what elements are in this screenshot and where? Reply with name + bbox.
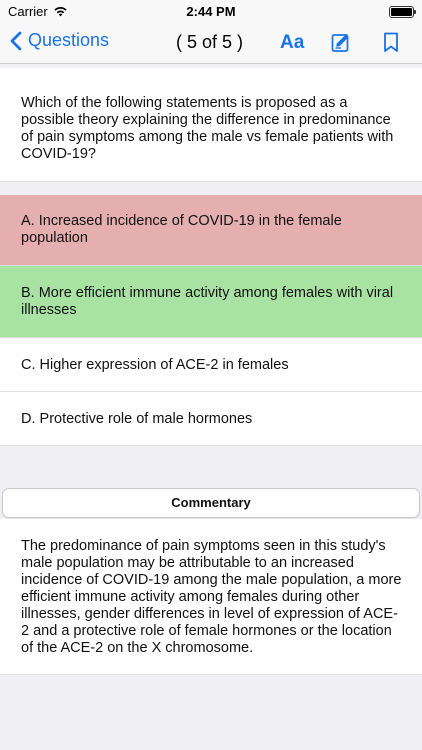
navigation-bar: Questions ( 5 of 5 ) Aa (0, 24, 422, 64)
back-label: Questions (28, 30, 110, 50)
font-size-button[interactable]: Aa (280, 32, 304, 54)
status-time: 2:44 PM (186, 4, 236, 19)
battery-icon (389, 6, 416, 18)
edit-note-icon (331, 34, 349, 52)
bookmark-icon (384, 32, 398, 52)
status-bar: Carrier 2:44 PM (0, 0, 422, 24)
answer-a-label: A. Increased incidence of COVID-19 in th… (21, 213, 342, 246)
answer-c-label: C. Higher expression of ACE-2 in females (21, 357, 289, 373)
answer-d-label: D. Protective role of male hormones (21, 411, 253, 427)
edit-note-button[interactable] (331, 32, 351, 58)
bookmark-button[interactable] (383, 32, 399, 58)
commentary-card: The predominance of pain symptoms seen i… (0, 519, 422, 675)
commentary-button[interactable]: Commentary (2, 488, 420, 518)
answer-option-d[interactable]: D. Protective role of male hormones (0, 392, 422, 446)
answer-option-a[interactable]: A. Increased incidence of COVID-19 in th… (0, 195, 422, 266)
question-card: Which of the following statements is pro… (0, 68, 422, 182)
commentary-text: The predominance of pain symptoms seen i… (21, 538, 402, 656)
question-text: Which of the following statements is pro… (21, 95, 394, 162)
answer-option-b[interactable]: B. More efficient immune activity among … (0, 266, 422, 338)
question-counter: ( 5 of 5 ) (176, 32, 244, 52)
back-button[interactable]: Questions (10, 30, 109, 51)
chevron-left-icon (10, 31, 22, 50)
answer-b-label: B. More efficient immune activity among … (21, 285, 394, 318)
answer-option-c[interactable]: C. Higher expression of ACE-2 in females (0, 338, 422, 392)
